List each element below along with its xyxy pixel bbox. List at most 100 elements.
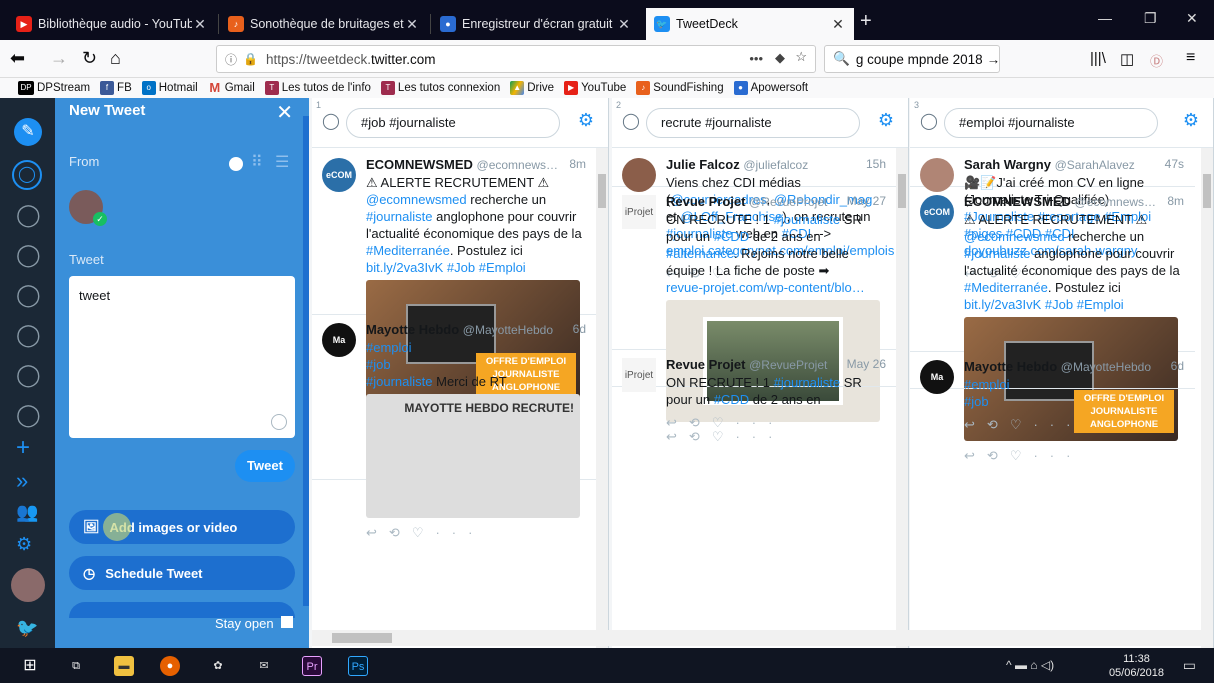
more-icon[interactable]: ··· (1033, 417, 1082, 432)
column-scrollbar[interactable] (1201, 148, 1213, 648)
back-icon[interactable]: ⬅ (10, 48, 25, 69)
taskbar-clock[interactable]: 11:38 05/06/2018 (1109, 652, 1164, 680)
retweet-icon[interactable]: ⟲ (689, 429, 712, 444)
tweet-avatar[interactable]: eCOM (920, 195, 954, 229)
column-search-input[interactable]: #emploi #journaliste (944, 108, 1158, 138)
add-column-icon[interactable]: + (16, 434, 30, 462)
compose-tweet-icon[interactable]: ✎ (14, 118, 42, 146)
like-icon[interactable]: ♡ (1010, 417, 1034, 432)
scroll-thumb[interactable] (598, 174, 606, 208)
home-icon[interactable]: ⌂ (110, 48, 121, 69)
minimize-icon[interactable]: — (1098, 10, 1112, 26)
sidebar-icon[interactable]: ◫ (1120, 50, 1134, 68)
tweet-item[interactable]: Ma Mayotte Hebdo @MayotteHebdo 6d #emploi… (910, 352, 1195, 432)
reply-icon[interactable]: ↩ (666, 415, 689, 430)
tweet-item[interactable]: Ma Mayotte Hebdo @MayotteHebdo 6d #emploi… (312, 315, 597, 540)
tweet-author[interactable]: ECOMNEWSMED @ecomnews… 8m (366, 156, 586, 174)
tray-icons[interactable]: ^ ▬ ⌂ ◁) (1006, 658, 1054, 672)
file-explorer-icon[interactable]: ▬ (114, 656, 134, 676)
reply-icon[interactable]: ↩ (964, 448, 987, 463)
tweet-link[interactable]: #emploi #job (964, 377, 1010, 409)
tweet-author[interactable]: Revue Projet @RevueProjet May 26 (666, 356, 886, 374)
bookmark-gmail[interactable]: M Gmail (208, 81, 254, 95)
like-icon[interactable]: ♡ (412, 525, 436, 540)
like-icon[interactable]: ♡ (1010, 448, 1034, 463)
stay-open-checkbox[interactable] (281, 616, 293, 628)
forward-icon[interactable]: → (50, 48, 68, 69)
tweet-avatar[interactable]: iProjet (622, 358, 656, 392)
search-go-icon[interactable]: → (987, 52, 999, 67)
column-search-icon[interactable]: ◯ (16, 242, 41, 268)
photoshop-icon[interactable]: Ps (348, 656, 368, 676)
pocket-icon[interactable]: ◆ (775, 50, 785, 66)
more-icon[interactable]: ··· (1033, 448, 1082, 463)
tweet-author[interactable]: Mayotte Hebdo @MayotteHebdo 6d (366, 321, 586, 339)
list-view-icon[interactable]: ☰ (275, 152, 289, 172)
close-tab-icon[interactable]: ✕ (616, 16, 632, 33)
restore-icon[interactable]: ❐ (1144, 10, 1157, 27)
tweet-link[interactable]: #journaliste (774, 212, 841, 227)
like-icon[interactable]: ♡ (712, 429, 736, 444)
compose-scrollbar[interactable] (303, 116, 309, 606)
tweet-item[interactable]: Sarah Wargny @SarahAlavez 47s 🎥📝J'ai créé… (910, 150, 1195, 281)
close-tab-icon[interactable]: ✕ (830, 16, 846, 33)
user-avatar[interactable] (11, 568, 45, 602)
tab-tweetdeck[interactable]: 🐦 TweetDeck ✕ (646, 8, 854, 40)
close-tab-icon[interactable]: ✕ (192, 16, 208, 33)
tweet-author[interactable]: Julie Falcoz @juliefalcoz 15h (666, 156, 886, 174)
tweet-link[interactable]: #journaliste (774, 375, 841, 390)
column-search-input[interactable]: recrute #journaliste (646, 108, 860, 138)
app-icon[interactable]: ✿ (208, 656, 228, 676)
tweet-textarea[interactable]: tweet (69, 276, 295, 438)
column-search-input[interactable]: #job #journaliste (346, 108, 560, 138)
tweet-link[interactable]: #journaliste (964, 246, 1031, 261)
scroll-thumb[interactable] (1203, 174, 1211, 208)
firefox-icon[interactable]: ● (160, 656, 180, 676)
tweet-item[interactable]: iProjet Revue Projet @RevueProjet May 26 … (612, 350, 897, 430)
tweet-avatar[interactable]: iProjet (622, 195, 656, 229)
new-tab-icon[interactable]: + (860, 10, 872, 33)
retweet-icon[interactable]: ⟲ (987, 448, 1010, 463)
single-account-toggle[interactable] (229, 157, 243, 171)
schedule-tweet-button[interactable]: ◷ Schedule Tweet (69, 556, 295, 590)
add-images-button[interactable]: 🖼 Add images or video (69, 510, 295, 544)
tweet-author[interactable]: Sarah Wargny @SarahAlavez 47s (964, 156, 1184, 174)
retweet-icon[interactable]: ⟲ (987, 417, 1010, 432)
settings-icon[interactable]: ⚙ (16, 534, 32, 555)
tweet-avatar[interactable]: Ma (920, 360, 954, 394)
tweet-avatar[interactable]: Ma (322, 323, 356, 357)
tweet-link[interactable]: #CDD (714, 229, 749, 244)
tweet-item[interactable]: Julie Falcoz @juliefalcoz 15h Viens chez … (612, 150, 907, 281)
reply-icon[interactable]: ↩ (366, 525, 389, 540)
library-icon[interactable]: |||\ (1090, 50, 1106, 67)
column-search-icon[interactable]: ◯ (16, 362, 41, 388)
mail-icon[interactable]: ✉ (254, 656, 274, 676)
tweet-link[interactable]: #Mediterranée (366, 243, 450, 258)
more-icon[interactable]: ··· (435, 525, 484, 540)
column-scrollbar[interactable] (896, 148, 908, 648)
notification-icon[interactable]: ▭ (1183, 657, 1196, 674)
scroll-thumb[interactable] (898, 174, 906, 208)
tweet-link[interactable]: bit.ly/2va3IvK #Job #Emploi (366, 260, 526, 275)
info-icon[interactable]: ⓘ (225, 51, 237, 68)
tweet-link[interactable]: #Mediterranée (964, 280, 1048, 295)
premiere-icon[interactable]: Pr (302, 656, 322, 676)
tweet-item[interactable]: eCOM ECOMNEWSMED @ecomnews… 8m ⚠ ALERTE R… (910, 187, 1195, 463)
tweet-link[interactable]: bit.ly/2va3IvK #Job #Emploi (964, 297, 1124, 312)
column-filter-icon[interactable]: ⚙ (1183, 110, 1199, 131)
tweet-author[interactable]: Revue Projet @RevueProjet May 27 (666, 193, 886, 211)
bookmark-soundfishing[interactable]: ♪ SoundFishing (636, 81, 724, 95)
close-tab-icon[interactable]: ✕ (404, 16, 420, 33)
column-scrollbar[interactable] (596, 148, 608, 648)
page-actions-icon[interactable]: ••• (749, 51, 763, 66)
grid-view-icon[interactable]: ⠿ (251, 152, 263, 172)
bookmark-fb[interactable]: f FB (100, 81, 132, 95)
search-icon[interactable]: ◯ (12, 160, 42, 190)
like-icon[interactable]: ♡ (712, 415, 736, 430)
reply-icon[interactable]: ↩ (964, 417, 987, 432)
reply-icon[interactable]: ↩ (666, 429, 689, 444)
column-search-icon[interactable]: ◯ (16, 202, 41, 228)
accounts-icon[interactable]: 👥 (16, 502, 38, 523)
tweet-link[interactable]: #journaliste (366, 209, 433, 224)
retweet-icon[interactable]: ⟲ (689, 415, 712, 430)
